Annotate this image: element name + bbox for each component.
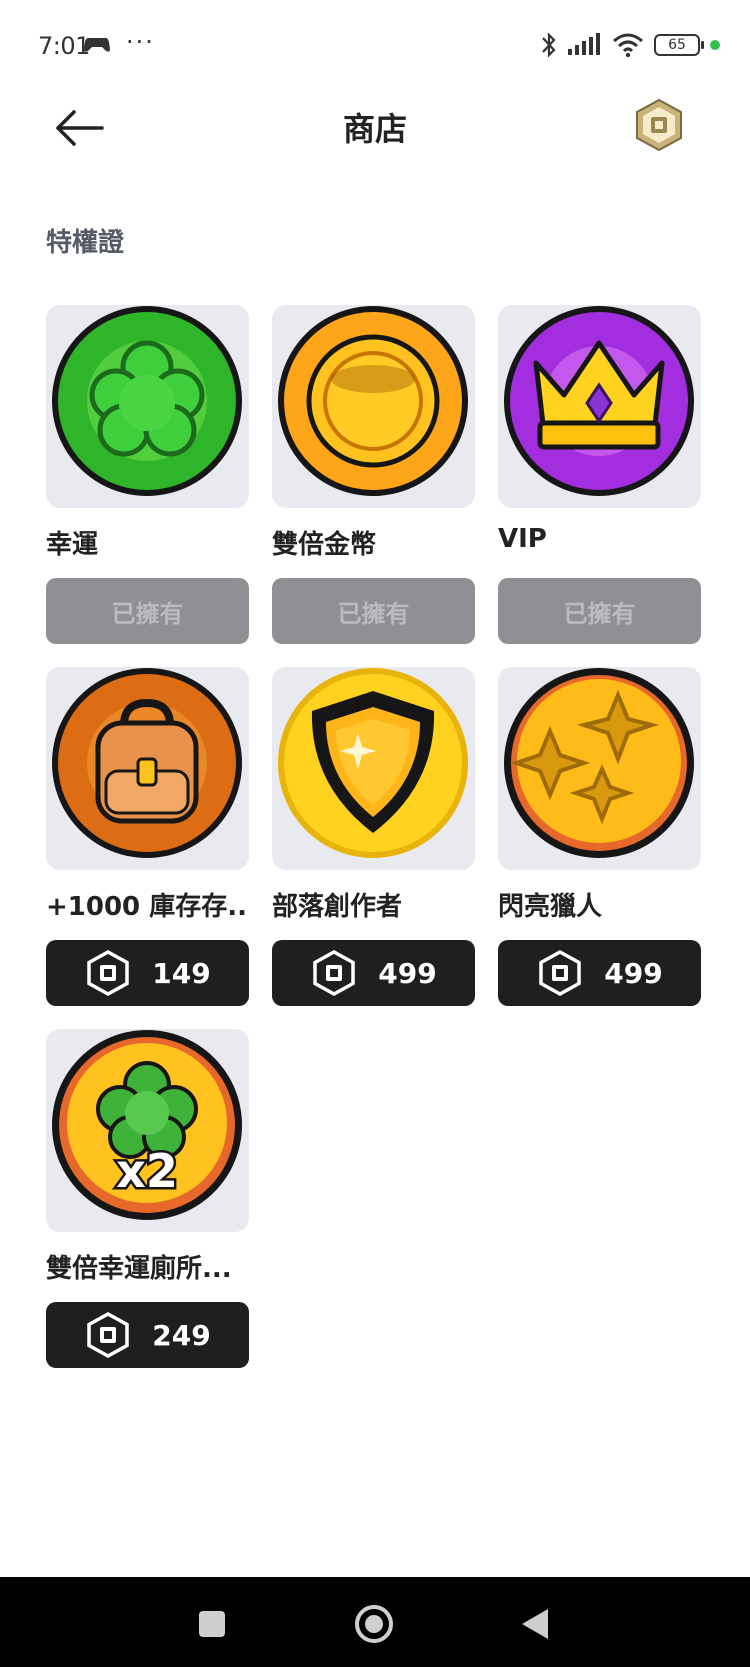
gamepass-card-double-coins: 雙倍金幣 已擁有 xyxy=(272,305,475,644)
price-label: 149 xyxy=(152,956,211,990)
wifi-icon xyxy=(613,33,643,58)
gamepass-thumbnail[interactable] xyxy=(498,305,701,508)
buy-button[interactable]: 149 xyxy=(46,940,249,1006)
privacy-indicator xyxy=(710,40,720,50)
gamepass-thumbnail[interactable] xyxy=(498,667,701,870)
gamepad-icon xyxy=(84,38,110,52)
item-name: 幸運 xyxy=(46,530,99,558)
status-bar: 7:01 ··· 65 xyxy=(0,0,750,92)
item-name: VIP xyxy=(498,524,547,554)
buy-button[interactable]: 499 xyxy=(498,940,701,1006)
price-label: 499 xyxy=(604,956,663,990)
shop-screen: 7:01 ··· 65 商店 特權證 幸運 已擁有 雙倍金幣 已擁有 VIP 已… xyxy=(0,0,750,1667)
status-icons: 65 xyxy=(540,30,720,60)
item-name: 閃亮獵人 xyxy=(498,892,603,920)
system-nav-bar xyxy=(0,1577,750,1667)
gamepass-thumbnail[interactable] xyxy=(46,667,249,870)
gamepass-thumbnail[interactable]: x2 xyxy=(46,1029,249,1232)
clover-badge-icon xyxy=(52,306,242,496)
robux-icon xyxy=(87,1312,130,1358)
signal-icon xyxy=(568,33,600,55)
section-title: 特權證 xyxy=(46,228,125,258)
buy-button[interactable]: 249 xyxy=(46,1302,249,1368)
price-label: 499 xyxy=(378,956,437,990)
sparkle-badge-icon xyxy=(504,668,694,858)
crown-badge-icon xyxy=(504,306,694,496)
notification-more-icon: ··· xyxy=(126,28,155,56)
coin-badge-icon xyxy=(278,306,468,496)
home-icon[interactable] xyxy=(355,1605,393,1643)
item-name: 雙倍幸運廁所... xyxy=(46,1254,232,1282)
robux-icon xyxy=(539,950,582,996)
clover-x2-badge-icon: x2 xyxy=(52,1030,242,1220)
robux-icon[interactable] xyxy=(634,98,684,152)
battery-icon: 65 xyxy=(654,34,704,56)
buy-button[interactable]: 499 xyxy=(272,940,475,1006)
header: 商店 xyxy=(0,92,750,162)
price-label: 249 xyxy=(152,1318,211,1352)
gamepass-thumbnail[interactable] xyxy=(272,305,475,508)
gamepass-thumbnail[interactable] xyxy=(272,667,475,870)
gamepass-card-luck: 幸運 已擁有 xyxy=(46,305,249,644)
robux-icon xyxy=(313,950,356,996)
status-time: 7:01 xyxy=(38,32,90,60)
owned-button[interactable]: 已擁有 xyxy=(272,578,475,644)
gamepass-card-clan-creator: 部落創作者 499 xyxy=(272,667,475,1006)
robux-icon xyxy=(87,950,130,996)
item-name: 部落創作者 xyxy=(272,892,403,920)
svg-text:x2: x2 xyxy=(116,1144,178,1198)
gamepass-card-inventory: +1000 庫存存... 149 xyxy=(46,667,249,1006)
item-name: +1000 庫存存... xyxy=(46,892,249,920)
gamepass-card-vip: VIP 已擁有 xyxy=(498,305,701,644)
owned-button[interactable]: 已擁有 xyxy=(498,578,701,644)
bluetooth-icon xyxy=(542,32,556,58)
recents-icon[interactable] xyxy=(199,1611,225,1637)
item-name: 雙倍金幣 xyxy=(272,530,377,558)
backpack-badge-icon xyxy=(52,668,242,858)
owned-button[interactable]: 已擁有 xyxy=(46,578,249,644)
back-icon[interactable] xyxy=(522,1609,548,1639)
gamepass-card-double-luck-toilet: x2 雙倍幸運廁所... 249 xyxy=(46,1029,249,1368)
gamepass-card-shiny-hunter: 閃亮獵人 499 xyxy=(498,667,701,1006)
shield-badge-icon xyxy=(278,668,468,858)
gamepass-thumbnail[interactable] xyxy=(46,305,249,508)
